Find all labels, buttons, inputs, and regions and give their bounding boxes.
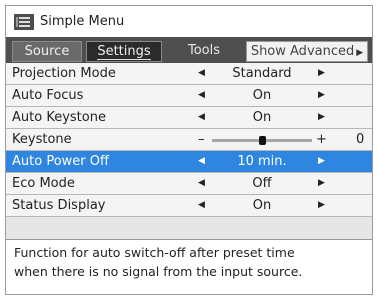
setting-row-auto-keystone[interactable]: Auto Keystone ◀ On ▶ xyxy=(6,107,372,129)
setting-row-auto-power-off[interactable]: Auto Power Off ◀ 10 min. ▶ xyxy=(6,151,372,173)
setting-row-eco-mode[interactable]: Eco Mode ◀ Off ▶ xyxy=(6,173,372,195)
right-arrow-icon[interactable]: ▶ xyxy=(318,151,325,172)
left-arrow-icon[interactable]: ◀ xyxy=(198,85,205,106)
keystone-slider-thumb[interactable] xyxy=(258,136,266,145)
setting-label: Status Display xyxy=(12,198,106,213)
setting-label: Auto Keystone xyxy=(12,110,106,125)
keystone-value: 0 xyxy=(356,132,365,147)
tab-tools-label: Tools xyxy=(187,43,221,58)
left-arrow-icon[interactable]: ◀ xyxy=(198,107,205,128)
setting-label: Projection Mode xyxy=(12,66,116,81)
keystone-increase[interactable]: + xyxy=(316,129,327,150)
setting-row-keystone[interactable]: Keystone – + 0 xyxy=(6,129,372,151)
tab-settings-label: Settings xyxy=(97,44,151,60)
right-arrow-icon[interactable]: ▶ xyxy=(318,85,325,106)
simple-menu-window: Simple Menu Source Settings Tools Show A… xyxy=(5,5,373,295)
left-arrow-icon[interactable]: ◀ xyxy=(198,173,205,194)
show-advanced-label: Show Advanced xyxy=(250,44,355,59)
window-title: Simple Menu xyxy=(40,14,125,29)
right-triangle-icon: ▶ xyxy=(356,48,364,58)
settings-list: Projection Mode ◀ Standard ▶ Auto Focus … xyxy=(5,63,373,239)
right-arrow-icon[interactable]: ▶ xyxy=(318,173,325,194)
setting-value: Off xyxy=(252,176,272,191)
left-arrow-icon[interactable]: ◀ xyxy=(198,195,205,216)
menu-list-icon xyxy=(14,14,34,30)
tab-bar: Source Settings Tools Show Advanced ▶ xyxy=(5,37,373,63)
setting-label: Eco Mode xyxy=(12,176,75,191)
setting-value: On xyxy=(252,88,272,103)
title-bar: Simple Menu xyxy=(5,5,373,37)
setting-value: 10 min. xyxy=(237,154,287,169)
show-advanced-button[interactable]: Show Advanced ▶ xyxy=(246,41,368,62)
empty-row xyxy=(6,217,372,239)
setting-row-auto-focus[interactable]: Auto Focus ◀ On ▶ xyxy=(6,85,372,107)
setting-row-projection-mode[interactable]: Projection Mode ◀ Standard ▶ xyxy=(6,63,372,85)
setting-row-status-display[interactable]: Status Display ◀ On ▶ xyxy=(6,195,372,217)
setting-value: On xyxy=(252,110,272,125)
tab-source[interactable]: Source xyxy=(12,41,82,62)
right-arrow-icon[interactable]: ▶ xyxy=(318,195,325,216)
tab-tools[interactable]: Tools xyxy=(166,41,242,62)
setting-value: On xyxy=(252,198,272,213)
setting-label: Keystone xyxy=(12,132,72,147)
left-arrow-icon[interactable]: ◀ xyxy=(198,151,205,172)
help-line-2: when there is no signal from the input s… xyxy=(14,264,303,279)
setting-label: Auto Focus xyxy=(12,88,84,103)
tab-settings[interactable]: Settings xyxy=(86,41,162,62)
keystone-decrease[interactable]: – xyxy=(198,129,205,150)
right-arrow-icon[interactable]: ▶ xyxy=(318,63,325,84)
tab-source-label: Source xyxy=(24,44,70,59)
help-text-panel: Function for auto switch-off after prese… xyxy=(5,239,373,295)
setting-value: Standard xyxy=(232,66,292,81)
help-line-1: Function for auto switch-off after prese… xyxy=(14,245,295,260)
left-arrow-icon[interactable]: ◀ xyxy=(198,63,205,84)
right-arrow-icon[interactable]: ▶ xyxy=(318,107,325,128)
setting-label: Auto Power Off xyxy=(12,154,109,169)
